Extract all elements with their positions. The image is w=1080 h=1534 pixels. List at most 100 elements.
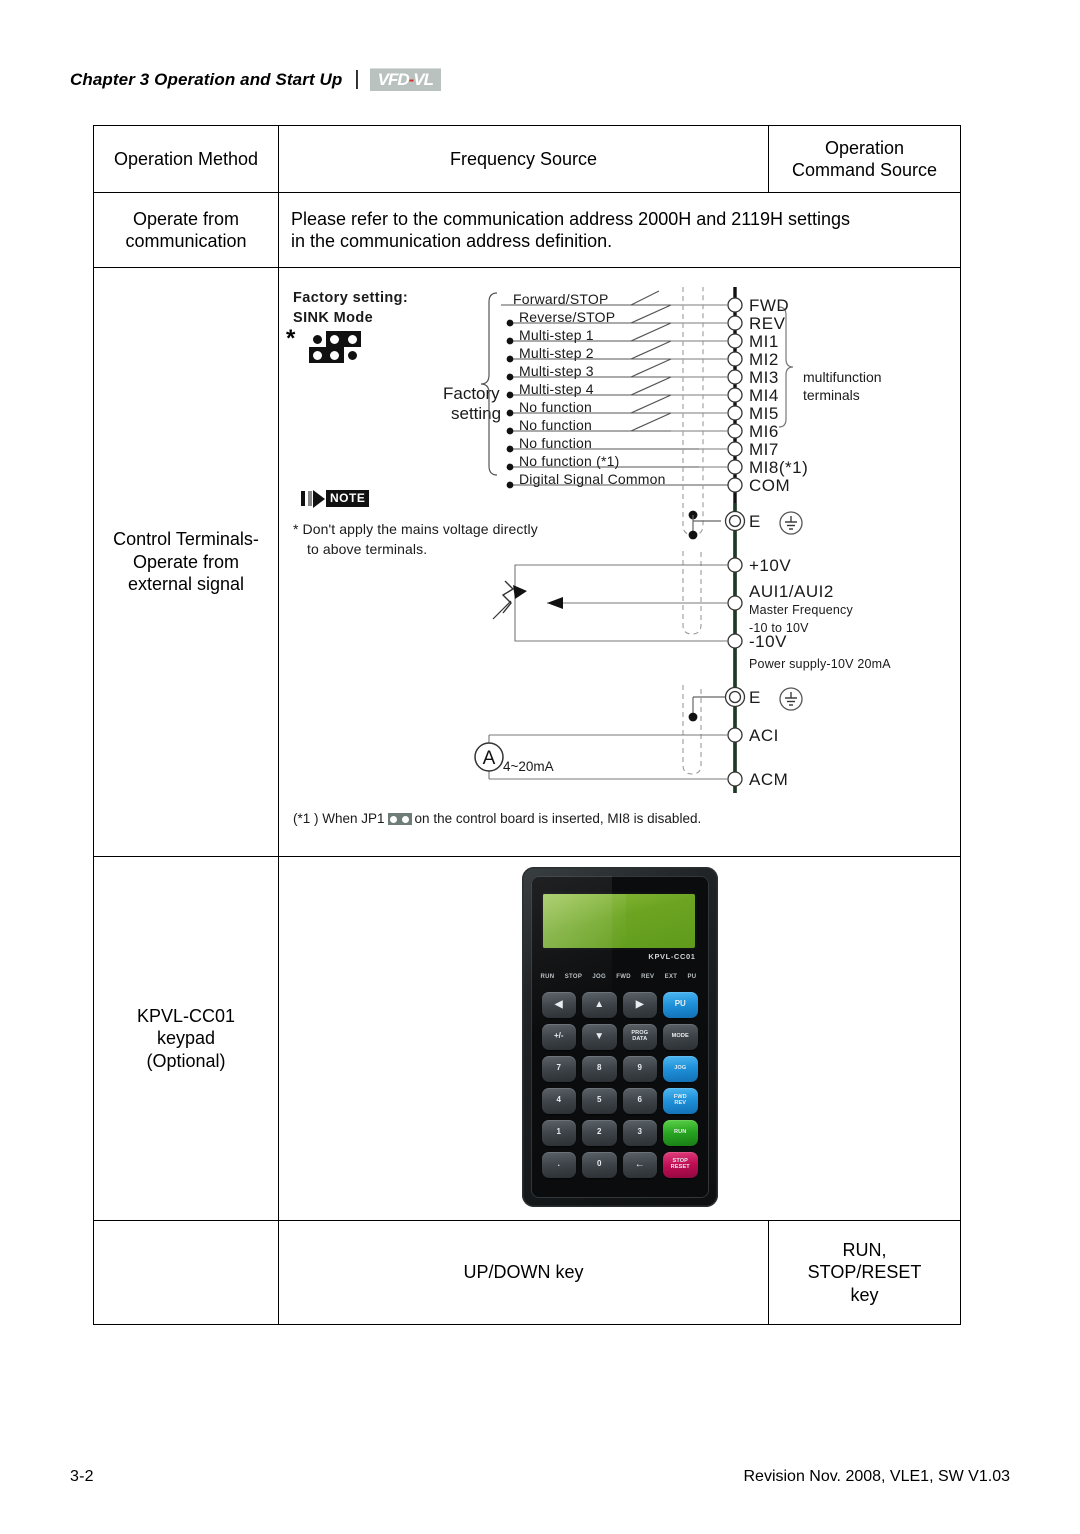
keypad-key-mode[interactable]: MODE bbox=[663, 1023, 698, 1050]
method-comm-line2: communication bbox=[125, 231, 247, 251]
signal-label-5: Multi-step 4 bbox=[519, 381, 594, 397]
run-key-line1: RUN, bbox=[842, 1239, 887, 1260]
keypad-key-[interactable]: . bbox=[541, 1151, 576, 1178]
keypad-key-[interactable]: ← bbox=[622, 1151, 657, 1178]
cell-method-keypad: KPVL-CC01 keypad (Optional) bbox=[93, 856, 279, 1221]
table-row-keypad: KPVL-CC01 keypad (Optional) KPVL-CC01 RU… bbox=[93, 856, 961, 1221]
jp1-footnote: (*1 ) When JP1 on the control board is in… bbox=[293, 811, 701, 828]
keypad-face: KPVL-CC01 RUN STOP JOG FWD REV EXT PU ◀ ▲… bbox=[530, 875, 709, 1198]
terminal-label-aci: ACI bbox=[749, 726, 779, 745]
keypad-key-label: +/- bbox=[553, 1031, 564, 1041]
keypad-key-label: RUN bbox=[674, 1128, 687, 1135]
keypad-key-run[interactable]: RUN bbox=[663, 1119, 698, 1146]
page-footer: 3-2 Revision Nov. 2008, VLE1, SW V1.03 bbox=[70, 1468, 1010, 1486]
keypad-key-label: 0 bbox=[597, 1159, 602, 1169]
method-ct-line1: Control Terminals- bbox=[113, 529, 259, 550]
keypad-key-label: ← bbox=[634, 1158, 645, 1170]
keypad-model-label: KPVL-CC01 bbox=[648, 951, 696, 961]
terminal-label-com: COM bbox=[749, 476, 791, 495]
header-command-line1: Operation bbox=[824, 137, 905, 158]
terminal-label-e2: E bbox=[749, 688, 761, 707]
operation-method-table: Operation Method Frequency Source Operat… bbox=[93, 125, 961, 1325]
cell-wiring-diagram: Factory setting: SINK Mode * NOTE * Don'… bbox=[278, 267, 961, 857]
method-kp-line1: KPVL-CC01 bbox=[136, 1005, 236, 1026]
ammeter-range-label: 4~20mA bbox=[503, 759, 554, 774]
keypad-key-9[interactable]: 9 bbox=[622, 1055, 657, 1082]
keypad-key-stop-reset[interactable]: STOP RESET bbox=[663, 1151, 698, 1178]
keypad-key-[interactable]: ◀ bbox=[541, 991, 576, 1018]
keypad-key-jog[interactable]: JOG bbox=[663, 1055, 698, 1082]
keypad-key-label: ▼ bbox=[594, 1030, 605, 1042]
signal-label-7: No function bbox=[519, 417, 593, 433]
header-operation-command-source: Operation Command Source bbox=[768, 125, 961, 193]
chapter-title: Chapter 3 Operation and Start Up bbox=[70, 69, 343, 89]
keypad-key-2[interactable]: 2 bbox=[582, 1119, 617, 1146]
method-ct-line3: external signal bbox=[127, 574, 245, 595]
wiring-diagram: Factory setting: SINK Mode * NOTE * Don'… bbox=[279, 273, 959, 851]
keypad-key-3[interactable]: 3 bbox=[622, 1119, 657, 1146]
method-comm-line1: Operate from bbox=[132, 208, 240, 229]
page-header: Chapter 3 Operation and Start Up | VFD-V… bbox=[70, 68, 1010, 91]
cell-keypad-image: KPVL-CC01 RUN STOP JOG FWD REV EXT PU ◀ ▲… bbox=[278, 856, 961, 1221]
logo-text-vl: VL bbox=[413, 70, 434, 89]
status-led-fwd: FWD bbox=[616, 973, 631, 980]
keypad-key-label: 3 bbox=[637, 1127, 642, 1137]
keypad-key-label: 5 bbox=[597, 1095, 602, 1105]
keypad-key-label: 9 bbox=[637, 1063, 642, 1073]
multifunction-terminals-line2: terminals bbox=[803, 387, 860, 403]
keypad-key-1[interactable]: 1 bbox=[541, 1119, 576, 1146]
signal-label-3: Multi-step 2 bbox=[519, 345, 594, 361]
run-key-line3: key bbox=[850, 1284, 879, 1305]
terminal-label-e1: E bbox=[749, 512, 761, 531]
signal-label-2: Multi-step 1 bbox=[519, 327, 594, 343]
status-led-rev: REV bbox=[641, 973, 655, 980]
revision-info: Revision Nov. 2008, VLE1, SW V1.03 bbox=[743, 1468, 1010, 1485]
keypad-key-label: PU bbox=[674, 999, 686, 1009]
header-separator: | bbox=[354, 68, 360, 90]
lcd-gloss bbox=[542, 893, 627, 948]
jp1-footnote-post: on the control board is inserted, MI8 is… bbox=[414, 811, 702, 826]
cell-method-communication: Operate from communication bbox=[93, 192, 279, 268]
signal-label-1: Reverse/STOP bbox=[519, 309, 616, 325]
keypad-key-4[interactable]: 4 bbox=[541, 1087, 576, 1114]
keypad-key-7[interactable]: 7 bbox=[541, 1055, 576, 1082]
keypad-key-5[interactable]: 5 bbox=[582, 1087, 617, 1114]
keypad-key-0[interactable]: 0 bbox=[582, 1151, 617, 1178]
keypad-key--[interactable]: +/- bbox=[541, 1023, 576, 1050]
wiring-diagram-container: Factory setting: SINK Mode * NOTE * Don'… bbox=[279, 273, 960, 851]
keypad-key-label: 1 bbox=[556, 1127, 561, 1137]
cell-empty-method bbox=[93, 1220, 279, 1325]
power-supply-note: Power supply-10V 20mA bbox=[749, 657, 891, 671]
cell-updown-key: UP/DOWN key bbox=[278, 1220, 769, 1325]
status-led-run: RUN bbox=[540, 973, 555, 980]
keypad-key-label: 7 bbox=[556, 1063, 561, 1073]
keypad-key-[interactable]: ▲ bbox=[582, 991, 617, 1018]
terminal-label-acm: ACM bbox=[749, 770, 789, 789]
keypad-key-[interactable]: ▼ bbox=[582, 1023, 617, 1050]
keypad-key-label: STOP RESET bbox=[670, 1157, 690, 1170]
signal-label-10: Digital Signal Common bbox=[519, 471, 666, 487]
keypad-key-label: 2 bbox=[597, 1127, 602, 1137]
table-header-row: Operation Method Frequency Source Operat… bbox=[93, 125, 961, 193]
cell-method-control-terminals: Control Terminals- Operate from external… bbox=[93, 267, 279, 857]
keypad-key-pu[interactable]: PU bbox=[663, 991, 698, 1018]
multifunction-terminals-line1: multifunction bbox=[803, 369, 882, 385]
keypad-key-label: ▲ bbox=[594, 998, 605, 1010]
keypad-key-label: MODE bbox=[671, 1032, 689, 1039]
table-row-communication: Operate from communication Please refer … bbox=[93, 192, 961, 268]
keypad-key-6[interactable]: 6 bbox=[622, 1087, 657, 1114]
keypad-container: KPVL-CC01 RUN STOP JOG FWD REV EXT PU ◀ ▲… bbox=[279, 863, 960, 1215]
keypad-key-8[interactable]: 8 bbox=[582, 1055, 617, 1082]
comm-desc-line2: in the communication address definition. bbox=[291, 231, 613, 251]
keypad-key-label: PROG DATA bbox=[631, 1029, 649, 1042]
keypad-key-grid[interactable]: ◀ ▲ ▶ PU +/- ▼ PROG DATA MODE 7 8 9 JOG 4 5 6 FWD REV 1 2 3 R… bbox=[541, 991, 698, 1178]
cell-communication-description: Please refer to the communication addres… bbox=[278, 192, 961, 268]
keypad-key-label: JOG bbox=[674, 1064, 687, 1071]
terminal-label-aui: AUI1/AUI2 bbox=[749, 582, 834, 601]
header-command-line2: Command Source bbox=[791, 160, 938, 180]
keypad-lcd-display bbox=[542, 893, 695, 948]
keypad-status-leds: RUN STOP JOG FWD REV EXT PU bbox=[541, 974, 697, 982]
keypad-key-prog-data[interactable]: PROG DATA bbox=[622, 1023, 657, 1050]
keypad-key-fwd-rev[interactable]: FWD REV bbox=[663, 1087, 698, 1114]
keypad-key-[interactable]: ▶ bbox=[622, 991, 657, 1018]
